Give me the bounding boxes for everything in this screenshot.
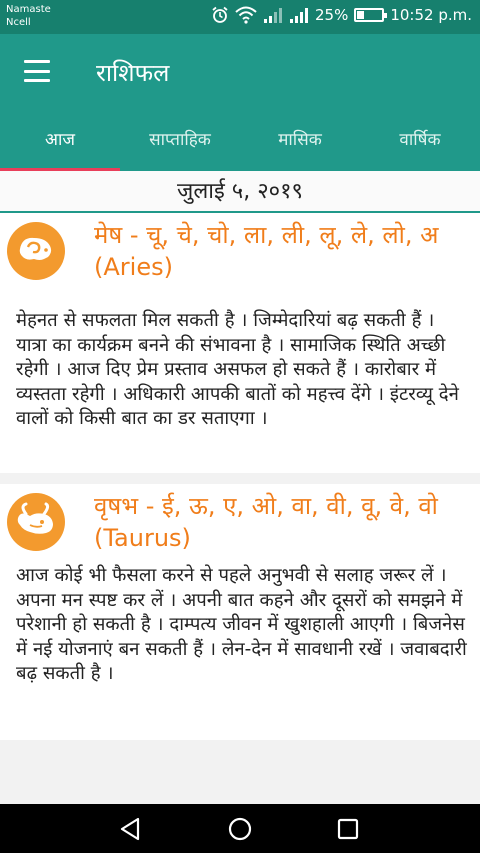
carrier-name: Namaste Ncell: [6, 3, 51, 29]
sign-title: मेष - चू, चे, चो, ला, ली, लू, ले, लो, अ …: [94, 221, 439, 281]
carrier-line-2: Ncell: [6, 17, 31, 28]
home-icon[interactable]: [227, 816, 253, 842]
status-bar: Namaste Ncell 25% 10:52 p.m.: [0, 0, 480, 34]
system-nav-bar: [0, 804, 480, 853]
status-icons: 25% 10:52 p.m.: [211, 6, 472, 24]
hamburger-menu-icon[interactable]: [24, 60, 50, 82]
taurus-bull-icon: [7, 493, 65, 551]
date-header: जुलाई ५, २०१९: [0, 171, 480, 213]
battery-percent: 25%: [314, 6, 349, 24]
clock: 10:52 p.m.: [390, 6, 472, 24]
app-bar: राशिफल: [0, 34, 480, 110]
recent-apps-icon[interactable]: [335, 816, 361, 842]
horoscope-text: मेहनत से सफलता मिल सकती है । जिम्मेदारिय…: [16, 310, 459, 429]
period-tabs: आज साप्ताहिक मासिक वार्षिक: [0, 110, 480, 171]
tab-yearly[interactable]: वार्षिक: [360, 110, 480, 171]
app-title: राशिफल: [96, 59, 170, 87]
carrier-line-1: Namaste: [6, 4, 51, 15]
horoscope-card-taurus[interactable]: वृषभ - ई, ऊ, ए, ओ, वा, वी, वू, वे, वो (T…: [0, 484, 480, 740]
wifi-icon: [235, 6, 257, 24]
horoscope-card-aries[interactable]: मेष - चू, चे, चो, ला, ली, लू, ले, लो, अ …: [0, 213, 480, 473]
battery-fill: [357, 11, 364, 19]
tab-weekly[interactable]: साप्ताहिक: [120, 110, 240, 171]
battery-icon: [354, 8, 388, 22]
alarm-icon: [212, 6, 228, 23]
tab-monthly[interactable]: मासिक: [240, 110, 360, 171]
tab-today[interactable]: आज: [0, 110, 120, 171]
aries-ram-icon: [7, 222, 65, 280]
back-icon[interactable]: [118, 816, 144, 842]
sign-title: वृषभ - ई, ऊ, ए, ओ, वा, वी, वू, वे, वो (T…: [94, 492, 438, 552]
signal-icon-2: [289, 8, 308, 23]
signal-icon: [263, 8, 282, 23]
horoscope-text: आज कोई भी फैसला करने से पहले अनुभवी से स…: [16, 565, 467, 684]
